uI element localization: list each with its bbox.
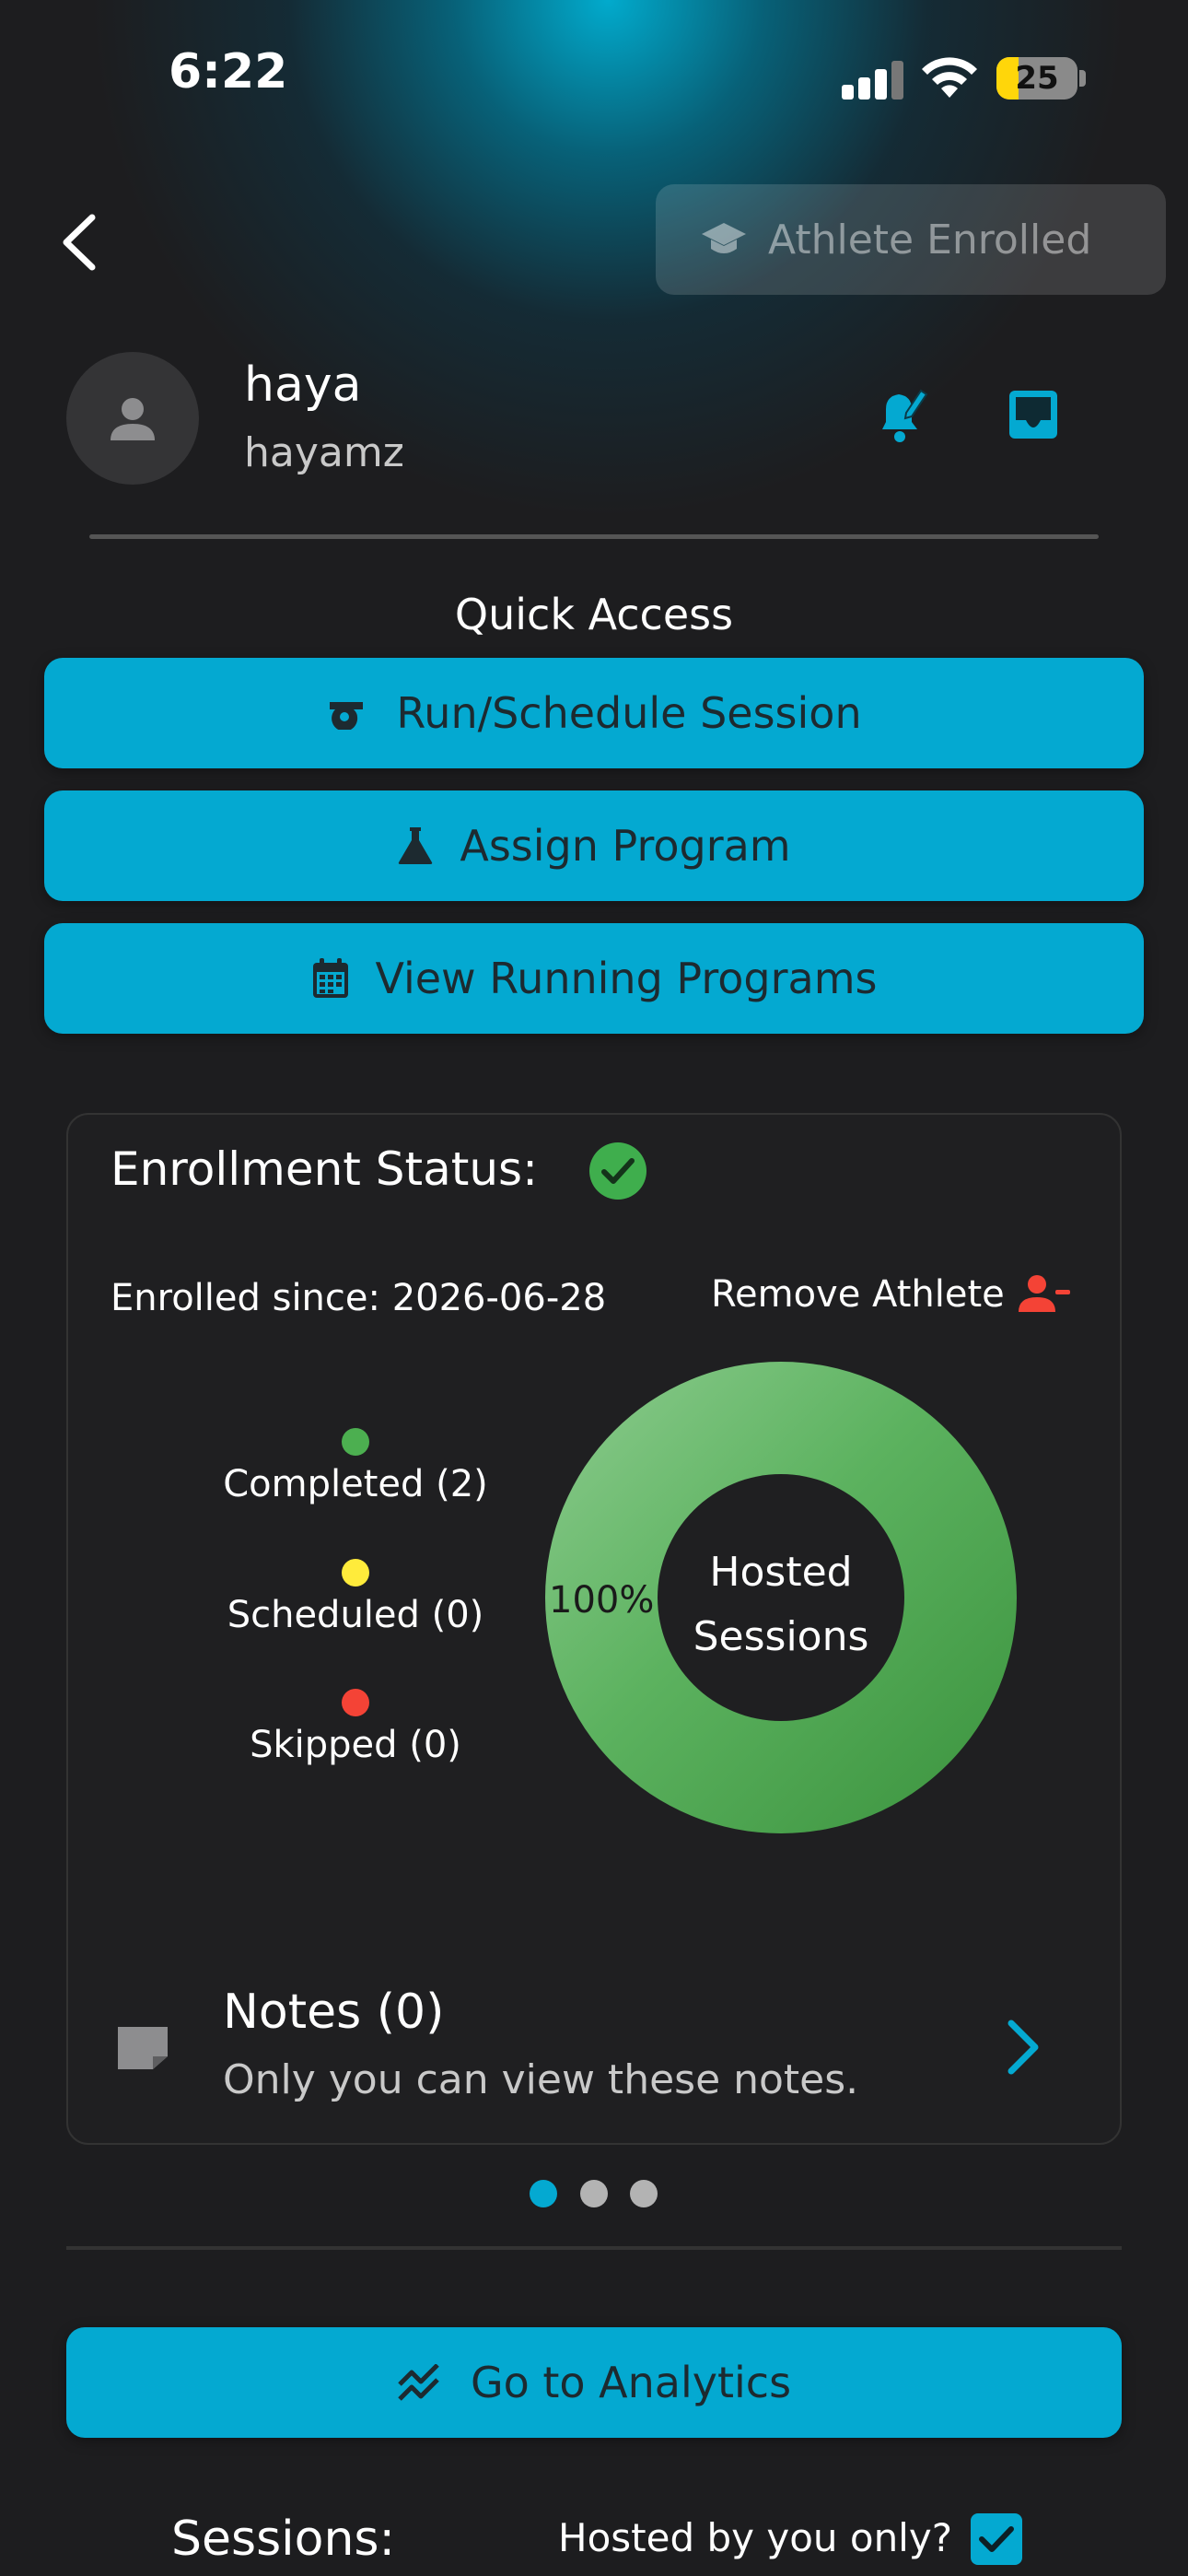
- assign-program-label: Assign Program: [460, 821, 791, 871]
- chevron-right-icon[interactable]: [1004, 2018, 1042, 2077]
- run-schedule-session-label: Run/Schedule Session: [396, 688, 862, 738]
- athlete-name: haya: [244, 357, 362, 413]
- athlete-enrolled-button[interactable]: Athlete Enrolled: [656, 184, 1166, 295]
- page-dot-2[interactable]: [580, 2180, 608, 2207]
- checkmark-icon: [979, 2526, 1014, 2552]
- donut-center-label: Hosted Sessions: [658, 1540, 904, 1669]
- go-to-analytics-button[interactable]: Go to Analytics: [66, 2327, 1122, 2438]
- flask-icon: [399, 827, 433, 864]
- enrollment-status-title: Enrollment Status:: [111, 1142, 538, 1196]
- legend-dot-skipped: [342, 1689, 369, 1716]
- enrolled-since-text: Enrolled since: 2026-06-28: [111, 1277, 607, 1319]
- quick-access-title: Quick Access: [454, 590, 734, 639]
- person-remove-icon[interactable]: [1019, 1271, 1070, 1316]
- legend-skipped: Skipped (0): [250, 1724, 461, 1766]
- hosted-only-checkbox[interactable]: [971, 2513, 1022, 2565]
- person-icon: [111, 398, 155, 440]
- battery-icon: 25: [996, 57, 1077, 100]
- donut-percent-label: 100%: [549, 1579, 655, 1622]
- hosted-only-label: Hosted by you only?: [558, 2515, 952, 2560]
- athlete-profile-screen: 6:22 25 Athlete Enrolled haya hayamz Qui…: [0, 0, 1188, 2576]
- whistle-icon: [330, 702, 364, 730]
- trending-chart-icon: [398, 2364, 439, 2401]
- athlete-username: hayamz: [244, 429, 404, 476]
- legend-dot-scheduled: [342, 1559, 369, 1587]
- donut-center-line2: Sessions: [693, 1613, 869, 1660]
- view-running-programs-button[interactable]: View Running Programs: [44, 923, 1144, 1034]
- legend-scheduled: Scheduled (0): [227, 1594, 484, 1636]
- battery-cap: [1079, 70, 1086, 87]
- legend-completed: Completed (2): [223, 1463, 488, 1505]
- notes-subtitle: Only you can view these notes.: [223, 2056, 859, 2103]
- assign-program-button[interactable]: Assign Program: [44, 790, 1144, 901]
- run-schedule-session-button[interactable]: Run/Schedule Session: [44, 658, 1144, 768]
- remove-athlete-button[interactable]: Remove Athlete: [711, 1273, 1005, 1316]
- notes-title[interactable]: Notes (0): [223, 1985, 444, 2040]
- inbox-icon[interactable]: [1006, 387, 1061, 442]
- battery-level: 25: [1015, 60, 1059, 97]
- notification-bell-edit-icon[interactable]: [873, 385, 928, 446]
- note-icon: [118, 2027, 168, 2069]
- header-divider: [89, 534, 1099, 539]
- avatar: [66, 352, 199, 485]
- wifi-icon: [922, 57, 977, 98]
- status-time: 6:22: [169, 44, 288, 100]
- section-divider: [66, 2246, 1122, 2250]
- page-dot-3[interactable]: [630, 2180, 658, 2207]
- back-chevron-icon[interactable]: [53, 210, 109, 275]
- cellular-signal-icon: [842, 59, 904, 100]
- check-circle-icon: [589, 1142, 646, 1200]
- go-to-analytics-label: Go to Analytics: [470, 2358, 792, 2407]
- donut-center-line1: Hosted: [709, 1549, 853, 1596]
- view-running-programs-label: View Running Programs: [375, 954, 878, 1003]
- sessions-title: Sessions:: [171, 2512, 396, 2567]
- graduation-cap-icon: [702, 223, 746, 253]
- legend-dot-completed: [342, 1428, 369, 1456]
- page-dot-1[interactable]: [530, 2180, 557, 2207]
- calendar-icon: [312, 958, 348, 998]
- athlete-enrolled-label: Athlete Enrolled: [768, 216, 1092, 263]
